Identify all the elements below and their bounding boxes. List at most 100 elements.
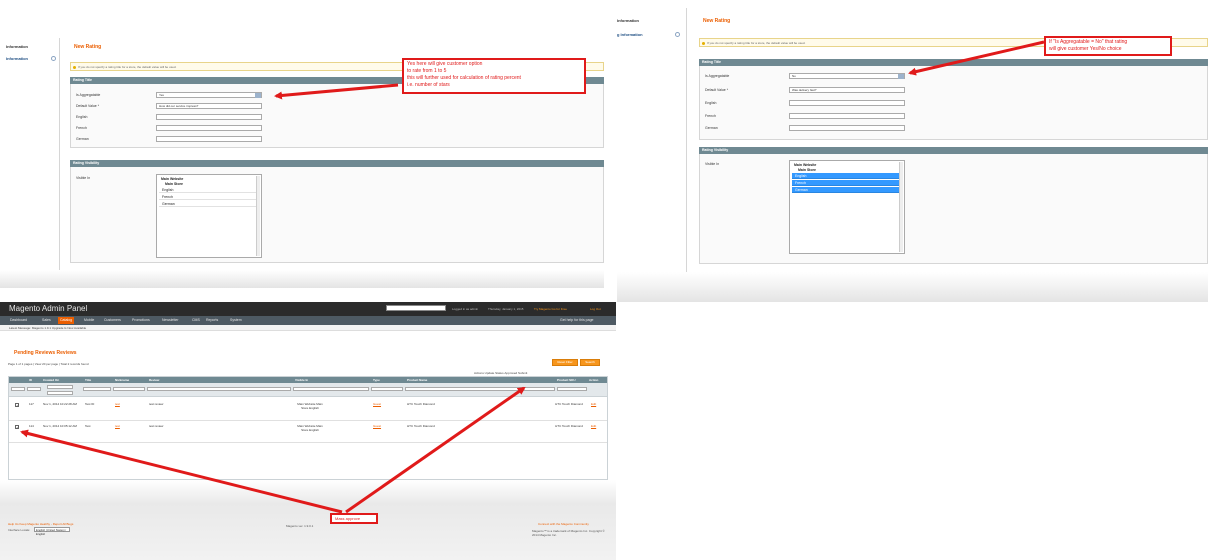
nav-item-mobile[interactable]: Mobile [82,317,96,324]
callout-line: this will further used for calculation o… [407,75,521,81]
french-input[interactable] [789,113,905,119]
nav-item-newsletter[interactable]: Newsletter [160,317,181,324]
field-label-french: French [76,126,87,130]
cell-created-on: Nov 1, 2014 10:05:12 AM [43,424,77,428]
section-rating-visibility-body [699,154,1208,264]
default-value-input[interactable]: How did our service impress? [156,103,262,109]
filter-type-select[interactable] [371,387,403,391]
footer-shade [0,480,616,560]
nav-item-system[interactable]: System [228,317,244,324]
nav-item-reports[interactable]: Reports [204,317,220,324]
scrollbar[interactable] [256,176,260,256]
filter-created-from[interactable] [47,385,73,389]
cell-nickname[interactable]: test [115,402,120,406]
community-link[interactable]: Connect with the Magento Community [538,522,589,526]
info-icon [73,66,76,69]
filter-id-input[interactable] [27,387,41,391]
option-french[interactable]: French [792,180,902,186]
nav-item-cms[interactable]: CMS [190,317,202,324]
report-bugs-link[interactable]: Help Us Keep Magento Healthy - Report Al… [8,522,73,526]
global-search-input[interactable] [386,305,446,311]
row-checkbox[interactable]: ✓ [15,403,19,408]
french-input[interactable] [156,125,262,131]
filter-review-input[interactable] [147,387,291,391]
reviews-grid: ID Created On Title Nickname Review Visi… [8,376,608,480]
search-button[interactable]: Search [580,359,600,366]
locale-select[interactable]: English (United States) / English [34,527,70,536]
visible-in-multiselect[interactable]: Main Website Main Store English French G… [156,174,262,258]
filter-massaction-select[interactable] [11,387,25,391]
row-checkbox[interactable]: ✓ [15,425,19,430]
column-header-nickname[interactable]: Nickname [115,378,129,382]
section-rating-visibility-body [70,167,604,263]
header-try-link[interactable]: Try Magento Go for Free [534,307,567,311]
chevron-down-icon [898,74,904,79]
cell-nickname[interactable]: test [115,424,120,428]
annotation-callout-mass-approve: Mass approve [330,513,378,524]
field-label-english: English [76,115,88,119]
option-english[interactable]: English [159,187,259,193]
filter-sku-input[interactable] [557,387,587,391]
cell-type[interactable]: Guest [373,402,381,406]
nav-item-catalog[interactable]: Catalog [58,317,75,324]
option-german[interactable]: German [159,201,259,207]
field-label-visible-in: Visible In [76,176,91,180]
table-row[interactable]: ✓ 117 Nov 1, 2014 10:22:28 AM Test ID te… [9,399,607,421]
option-german[interactable]: German [792,187,902,193]
english-input[interactable] [789,100,905,106]
sidebar: Information Information [0,38,60,288]
pager: Page 1 of 1 pages | View 20 per page | T… [8,362,89,366]
sidebar-item-information[interactable]: Information [6,44,28,49]
column-header-action[interactable]: Action [589,378,598,382]
sidebar-item-rating-information[interactable]: Information [6,56,28,61]
edit-link[interactable]: Edit [591,402,596,406]
column-header-review[interactable]: Review [149,378,159,382]
sidebar-item-information[interactable]: Information [617,18,639,23]
admin-header: Magento Admin Panel Logged in as admin T… [0,302,616,316]
nav-item-promotions[interactable]: Promotions [130,317,152,324]
nav-item-sales[interactable]: Sales [40,317,53,324]
nav-item-customers[interactable]: Customers [102,317,123,324]
option-english[interactable]: English [792,173,902,179]
filter-visible-select[interactable] [293,387,369,391]
field-label-english: English [705,101,717,105]
sidebar-item-rating-information[interactable]: g Information [617,32,643,37]
column-header-title[interactable]: Title [85,378,91,382]
annotation-callout-no: If "Is Aggregatable = No" that rating wi… [1044,36,1172,56]
english-input[interactable] [156,114,262,120]
field-label-default-value: Default Value * [705,88,729,92]
help-link[interactable]: Get help for this page [558,317,595,324]
column-header-created-on[interactable]: Created On [43,378,59,382]
column-header-product-sku[interactable]: Product SKU [557,378,576,382]
logout-link[interactable]: Log Out [590,307,601,311]
footer-shade [617,272,1208,302]
column-header-product-name[interactable]: Product Name [407,378,427,382]
filter-nickname-input[interactable] [113,387,145,391]
column-header-id[interactable]: ID [29,378,32,382]
scrollbar[interactable] [899,162,903,252]
filter-product-input[interactable] [405,387,555,391]
visible-in-multiselect[interactable]: Main Website Main Store English French G… [789,160,905,254]
reset-filter-button[interactable]: Reset Filter [552,359,578,366]
header-date-text: Thursday, January 1, 2015 [488,307,524,311]
default-value-input[interactable]: Was delivery fast? [789,87,905,93]
filter-title-input[interactable] [83,387,111,391]
callout-line: i.e. number of stars [407,82,450,88]
german-input[interactable] [789,125,905,131]
aggregatable-select[interactable]: Yes [156,92,262,98]
column-header-visible-in[interactable]: Visible In [295,378,308,382]
panel-rating-yes: Information Information New Rating If yo… [0,38,604,288]
page-title: Pending Reviews Reviews [14,350,77,356]
column-header-type[interactable]: Type [373,378,380,382]
table-row[interactable]: ✓ 114 Nov 1, 2014 10:05:12 AM Test test … [9,421,607,443]
filter-created-to[interactable] [47,391,73,395]
cell-product-sku: HTC Touch Diamond [555,402,583,406]
system-message-bar: Latest Message: Magento 1.9.1 Upgrade Is… [0,325,616,331]
option-french[interactable]: French [159,194,259,200]
nav-item-dashboard[interactable]: Dashboard [8,317,29,324]
mass-action-bar: Actions Update Status Approved Submit [474,371,528,375]
aggregatable-select[interactable]: No [789,73,905,79]
edit-link[interactable]: Edit [591,424,596,428]
german-input[interactable] [156,136,262,142]
cell-type[interactable]: Guest [373,424,381,428]
